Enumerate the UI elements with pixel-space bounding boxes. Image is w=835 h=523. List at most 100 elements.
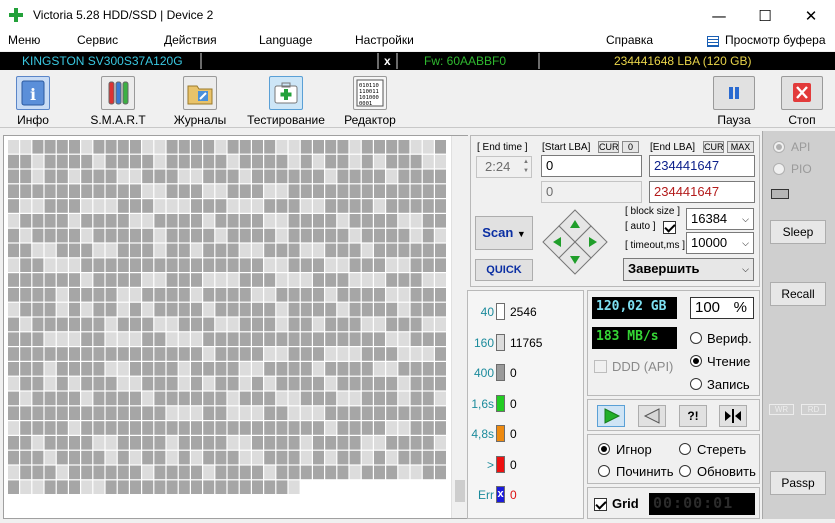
start-lba-input[interactable]: 0 bbox=[541, 155, 642, 177]
map-block bbox=[8, 169, 19, 184]
map-block bbox=[117, 184, 129, 198]
map-block bbox=[93, 184, 105, 198]
ddd-api-checkbox[interactable] bbox=[594, 360, 607, 373]
timeout-select[interactable]: 10000 ⌵ bbox=[686, 232, 754, 254]
menu-item-main[interactable]: Меню bbox=[8, 33, 40, 47]
block-size-select[interactable]: 16384 ⌵ bbox=[686, 208, 754, 230]
finish-action-select[interactable]: Завершить ⌵ bbox=[623, 258, 754, 281]
quick-button[interactable]: QUICK bbox=[475, 259, 533, 281]
write-mode-radio[interactable] bbox=[690, 378, 702, 390]
map-block bbox=[32, 332, 44, 346]
read-mode-radio[interactable] bbox=[690, 355, 702, 367]
reverse-button[interactable] bbox=[638, 405, 666, 427]
repair-radio[interactable] bbox=[598, 465, 610, 477]
drive-close-mark[interactable]: x bbox=[384, 52, 391, 70]
stop-button[interactable]: Стоп bbox=[780, 74, 824, 127]
map-block bbox=[239, 243, 251, 258]
map-block bbox=[130, 199, 141, 213]
end-lba-input[interactable]: 234441647 bbox=[649, 155, 755, 177]
menu-item-settings[interactable]: Настройки bbox=[355, 33, 414, 47]
editor-button[interactable]: 010110 110011 101000 0001 Редактор bbox=[340, 74, 400, 127]
map-block bbox=[398, 273, 410, 287]
map-block bbox=[44, 199, 56, 213]
map-block bbox=[8, 288, 19, 302]
passp-button[interactable]: Passp bbox=[770, 471, 826, 495]
map-block bbox=[398, 302, 410, 317]
map-block bbox=[435, 332, 446, 346]
drive-model[interactable]: KINGSTON SV300S37A120G bbox=[22, 52, 183, 70]
end-time-spin-icon[interactable]: ▲ ▼ bbox=[523, 158, 529, 176]
map-scrollbar-thumb[interactable] bbox=[455, 480, 465, 502]
end-time-label: [ End time ] bbox=[477, 142, 528, 153]
map-block bbox=[422, 288, 434, 302]
start-lba-cur-button[interactable]: CUR bbox=[598, 141, 619, 153]
map-block bbox=[264, 347, 276, 361]
end-lba-max-button[interactable]: MAX bbox=[727, 141, 754, 153]
map-block bbox=[56, 376, 68, 391]
map-block bbox=[154, 302, 166, 317]
scan-button[interactable]: Scan ▼ bbox=[475, 216, 533, 250]
menu-item-actions[interactable]: Действия bbox=[164, 33, 217, 47]
play-button[interactable] bbox=[597, 405, 625, 427]
map-block bbox=[44, 317, 56, 332]
map-block bbox=[264, 317, 276, 332]
api-radio[interactable] bbox=[773, 141, 785, 153]
map-block bbox=[227, 317, 239, 332]
map-block bbox=[117, 406, 129, 420]
recall-button[interactable]: Recall bbox=[770, 282, 826, 306]
map-block bbox=[300, 184, 312, 198]
map-block bbox=[410, 214, 422, 228]
right-side-panel: API PIO Sleep Recall WR RD Passp bbox=[762, 131, 835, 519]
map-block bbox=[422, 391, 434, 406]
legend-count: 0 bbox=[510, 427, 517, 441]
end-lba-cur-button[interactable]: CUR bbox=[703, 141, 724, 153]
end-time-field[interactable]: 2:24 ▲ ▼ bbox=[476, 156, 532, 178]
testing-button[interactable]: Тестирование bbox=[246, 74, 326, 127]
smart-button[interactable]: S.M.A.R.T bbox=[86, 74, 150, 127]
ignore-radio[interactable] bbox=[598, 443, 610, 455]
legend-count: 0 bbox=[510, 488, 517, 502]
refresh-radio[interactable] bbox=[679, 465, 691, 477]
pause-label: Пауза bbox=[717, 113, 751, 127]
map-block bbox=[252, 362, 263, 376]
map-block bbox=[105, 302, 117, 317]
legend-row: >0 bbox=[468, 455, 583, 476]
menu-item-buffer[interactable]: Просмотр буфера bbox=[725, 33, 826, 47]
menu-item-language[interactable]: Language bbox=[259, 33, 312, 47]
verify-mode-radio[interactable] bbox=[690, 332, 702, 344]
menu-item-service[interactable]: Сервис bbox=[77, 33, 118, 47]
map-block bbox=[300, 273, 312, 287]
info-button[interactable]: i Инфо bbox=[8, 74, 58, 127]
map-block bbox=[325, 258, 337, 272]
map-block bbox=[252, 391, 263, 406]
map-block bbox=[300, 154, 312, 169]
pause-button[interactable]: Пауза bbox=[712, 74, 756, 127]
map-block bbox=[93, 273, 105, 287]
map-block bbox=[288, 332, 300, 346]
map-block bbox=[69, 169, 80, 184]
logs-button[interactable]: Журналы bbox=[168, 74, 232, 127]
map-block bbox=[313, 436, 324, 450]
minimize-button[interactable]: — bbox=[696, 0, 742, 31]
random-seek-button[interactable]: ?! bbox=[679, 405, 707, 427]
pio-radio[interactable] bbox=[773, 163, 785, 175]
close-button[interactable]: ✕ bbox=[788, 0, 834, 31]
menu-item-help[interactable]: Справка bbox=[606, 33, 653, 47]
map-block bbox=[361, 362, 373, 376]
map-block bbox=[252, 317, 263, 332]
map-block bbox=[386, 406, 398, 420]
map-block bbox=[44, 169, 56, 184]
map-block bbox=[215, 465, 227, 480]
auto-checkbox[interactable] bbox=[663, 221, 676, 234]
maximize-button[interactable]: ☐ bbox=[742, 0, 788, 31]
map-block bbox=[93, 169, 105, 184]
sleep-button[interactable]: Sleep bbox=[770, 220, 826, 244]
map-block bbox=[361, 199, 373, 213]
start-lba-zero-button[interactable]: 0 bbox=[622, 141, 639, 153]
map-block bbox=[252, 258, 263, 272]
map-block bbox=[252, 288, 263, 302]
erase-radio[interactable] bbox=[679, 443, 691, 455]
map-scrollbar[interactable] bbox=[451, 136, 468, 518]
end-jump-button[interactable] bbox=[719, 405, 747, 427]
grid-checkbox[interactable] bbox=[594, 498, 607, 511]
